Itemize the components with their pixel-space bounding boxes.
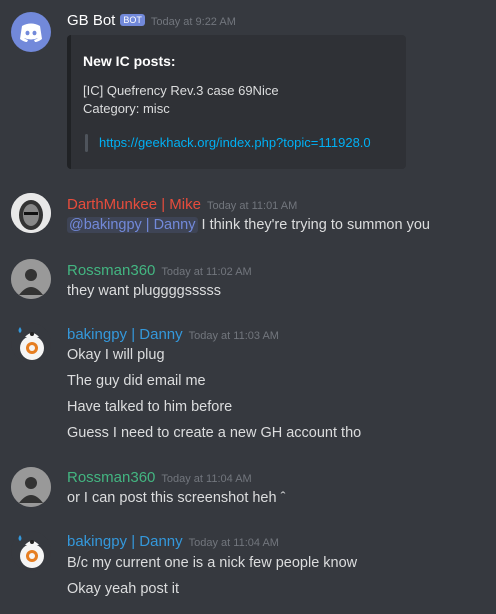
bb8-avatar-icon [11, 323, 51, 363]
message-content: The guy did email me [67, 373, 206, 389]
timestamp: Today at 11:02 AM [161, 266, 252, 278]
discord-logo-icon [20, 23, 42, 42]
embed: New IC posts: [IC] Quefrency Rev.3 case … [67, 35, 406, 169]
bb8-avatar-icon [11, 531, 51, 571]
message-header: bakingpy | Danny Today at 11:03 AM [67, 326, 279, 343]
message-content: B/c my current one is a nick few people … [67, 555, 358, 571]
message-text: @bakingpy | Danny I think they're trying… [67, 217, 430, 233]
author-name[interactable]: bakingpy | Danny [67, 326, 183, 343]
timestamp: Today at 11:03 AM [188, 330, 279, 342]
timestamp: Today at 11:04 AM [188, 537, 279, 549]
avatar[interactable] [11, 531, 51, 571]
face-avatar-icon [11, 193, 51, 233]
message-content: Have talked to him before [67, 399, 233, 415]
message-content: Okay yeah post it [67, 581, 180, 597]
message-content: Guess I need to create a new GH account … [67, 425, 362, 441]
author-name[interactable]: GB Bot [67, 12, 115, 29]
message-header: Rossman360 Today at 11:04 AM [67, 469, 252, 486]
message-header: GB Bot BOT Today at 9:22 AM [67, 12, 236, 29]
author-name[interactable]: Rossman360 [67, 469, 155, 486]
author-name[interactable]: Rossman360 [67, 262, 155, 279]
person-avatar-icon [11, 467, 51, 507]
author-name[interactable]: bakingpy | Danny [67, 533, 183, 550]
avatar[interactable] [11, 467, 51, 507]
avatar[interactable] [11, 323, 51, 363]
person-avatar-icon [11, 259, 51, 299]
message-header: bakingpy | Danny Today at 11:04 AM [67, 533, 279, 550]
message-content: they want pluggggsssss [67, 283, 221, 299]
timestamp: Today at 11:01 AM [206, 200, 298, 212]
embed-line: [IC] Quefrency Rev.3 case 69Nice [83, 83, 279, 98]
embed-line: Category: misc [83, 101, 170, 116]
embed-link[interactable]: https://geekhack.org/index.php?topic=111… [99, 135, 371, 150]
avatar[interactable] [11, 259, 51, 299]
bot-avatar[interactable] [11, 12, 51, 52]
author-name[interactable]: DarthMunkee | Mike [67, 196, 201, 213]
embed-title: New IC posts: [83, 53, 176, 69]
message-content: I think they're trying to summon you [201, 217, 430, 233]
avatar[interactable] [11, 193, 51, 233]
bot-tag: BOT [120, 14, 145, 26]
user-mention[interactable]: @bakingpy | Danny [67, 217, 198, 233]
message-header: DarthMunkee | Mike Today at 11:01 AM [67, 196, 297, 213]
timestamp: Today at 11:04 AM [161, 473, 252, 485]
message-content: or I can post this screenshot heh ˆ [67, 490, 286, 506]
blockquote-bar [85, 134, 88, 152]
message-header: Rossman360 Today at 11:02 AM [67, 262, 252, 279]
timestamp: Today at 9:22 AM [150, 16, 236, 28]
message-content: Okay I will plug [67, 347, 165, 363]
